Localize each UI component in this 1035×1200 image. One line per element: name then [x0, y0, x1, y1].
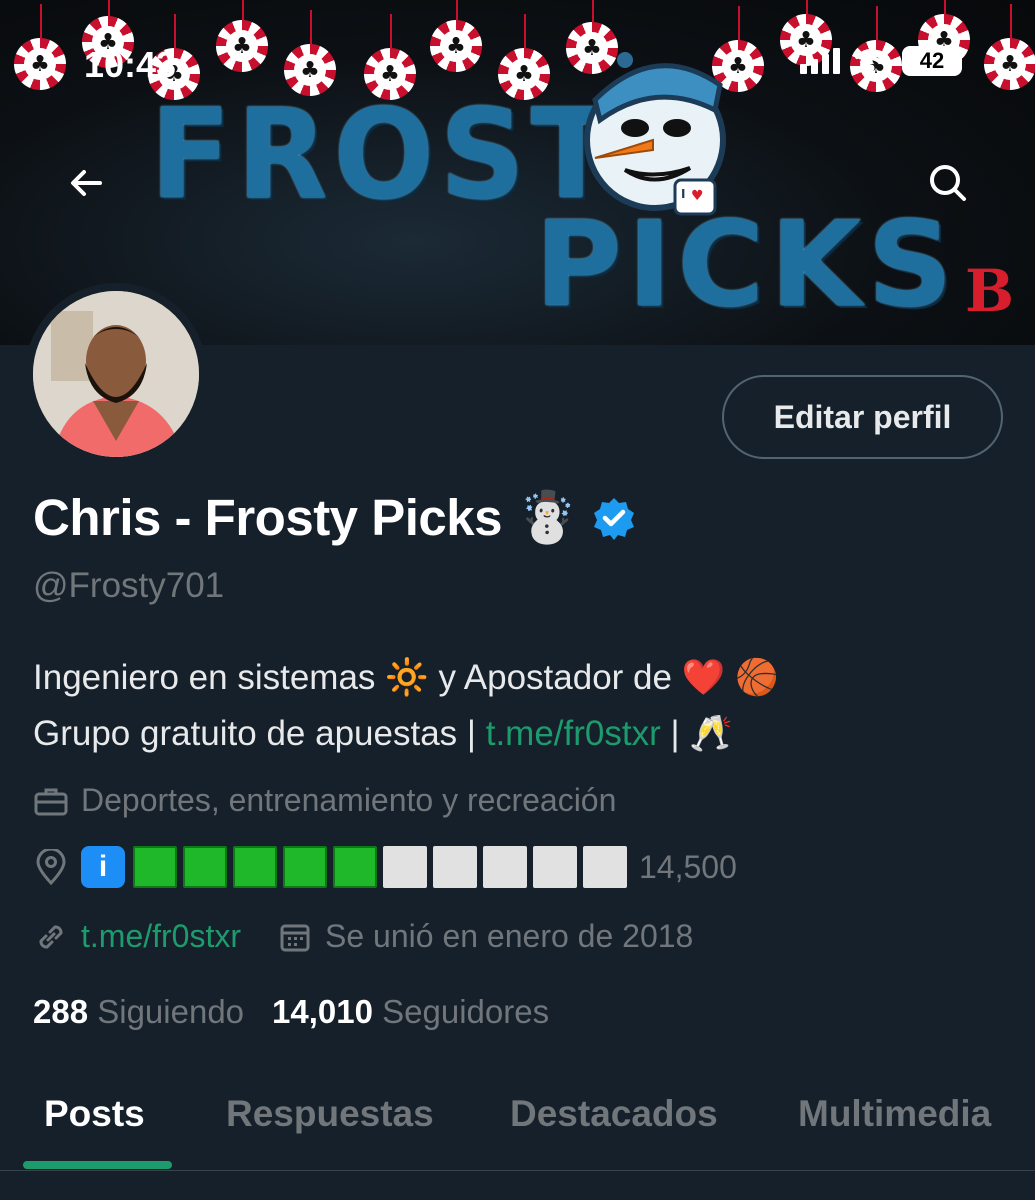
heart-emoji-icon: ❤️: [681, 658, 726, 698]
snowman-emoji-icon: ☃️: [516, 488, 579, 546]
arrow-left-icon: [71, 170, 102, 196]
progress-square-empty: [433, 846, 477, 888]
sun-emoji-icon: 🔆: [385, 658, 429, 698]
search-button[interactable]: [912, 147, 984, 219]
following-link[interactable]: 288 Siguiendo: [33, 993, 244, 1031]
display-name: Chris - Frosty Picks: [33, 489, 503, 546]
bio-text: y Apostador de: [438, 658, 672, 697]
status-icons: 42: [800, 46, 962, 76]
tab-replies[interactable]: Respuestas: [226, 1093, 434, 1135]
link-icon: [33, 919, 69, 955]
profile-bio: Ingeniero en sistemas 🔆 y Apostador de ❤…: [33, 650, 1003, 762]
progress-square-filled: [333, 846, 377, 888]
category-label: Deportes, entrenamiento y recreación: [81, 782, 617, 818]
profile-meta-links: t.me/fr0stxr Se unió en enero de 2018: [33, 918, 693, 955]
wifi-icon: [855, 49, 887, 72]
following-label: Siguiendo: [97, 993, 245, 1030]
progress-square-empty: [483, 846, 527, 888]
avatar[interactable]: [25, 283, 207, 465]
person-emoji-icon: i: [81, 846, 125, 888]
progress-square-empty: [383, 846, 427, 888]
progress-square-filled: [183, 846, 227, 888]
followers-count: 14,010: [272, 993, 373, 1030]
tab-posts[interactable]: Posts: [44, 1093, 145, 1135]
bio-line-2: Grupo gratuito de apuestas | t.me/fr0stx…: [33, 706, 1003, 762]
bio-text: |: [670, 714, 680, 753]
bio-link[interactable]: t.me/fr0stxr: [486, 714, 661, 753]
tab-highlights[interactable]: Destacados: [510, 1093, 718, 1135]
tabs-divider: [0, 1170, 1035, 1171]
svg-text:♥: ♥: [691, 188, 704, 204]
followers-label: Seguidores: [382, 993, 550, 1030]
website-link[interactable]: t.me/fr0stxr: [81, 918, 241, 955]
profile-category: Deportes, entrenamiento y recreación: [33, 782, 616, 819]
following-count: 288: [33, 993, 89, 1030]
follow-stats: 288 Siguiendo 14,010 Seguidores: [33, 993, 549, 1031]
bio-text: Grupo gratuito de apuestas |: [33, 714, 476, 753]
progress-square-filled: [233, 846, 277, 888]
avatar-image: [33, 291, 199, 457]
champagne-emoji-icon: 🥂: [689, 714, 733, 754]
search-icon: [930, 165, 966, 201]
progress-square-empty: [533, 846, 577, 888]
joined-date: Se unió en enero de 2018: [325, 918, 694, 954]
brand-logo: B: [965, 257, 1015, 325]
profile-tabs: Posts Respuestas Destacados Multimedia: [0, 1075, 1035, 1170]
progress-square-empty: [583, 846, 627, 888]
status-time: 10:43: [84, 44, 177, 85]
location-pin-icon: [33, 849, 69, 885]
back-button[interactable]: [50, 147, 122, 219]
bio-text: Ingeniero en sistemas: [33, 658, 376, 697]
profile-location: i 14,500: [33, 846, 737, 888]
progress-square-filled: [283, 846, 327, 888]
cellular-signal-icon: [800, 48, 840, 74]
snowman-mascot-icon: I ♥: [584, 52, 726, 216]
basketball-emoji-icon: 🏀: [735, 658, 779, 698]
edit-profile-button[interactable]: Editar perfil: [722, 375, 1003, 459]
progress-square-filled: [133, 846, 177, 888]
display-name-row: Chris - Frosty Picks ☃️: [33, 488, 636, 547]
active-tab-indicator: [23, 1161, 172, 1169]
briefcase-icon: [33, 783, 69, 819]
svg-text:I: I: [681, 187, 685, 201]
followers-link[interactable]: 14,010 Seguidores: [272, 993, 549, 1031]
verified-badge-icon[interactable]: [592, 496, 636, 540]
bio-line-1: Ingeniero en sistemas 🔆 y Apostador de ❤…: [33, 650, 1003, 706]
username-handle: @Frosty701: [33, 566, 225, 605]
location-progress-label: 14,500: [639, 848, 737, 885]
battery-indicator: 42: [902, 46, 962, 76]
tab-media[interactable]: Multimedia: [798, 1093, 991, 1135]
calendar-icon: [277, 919, 313, 955]
